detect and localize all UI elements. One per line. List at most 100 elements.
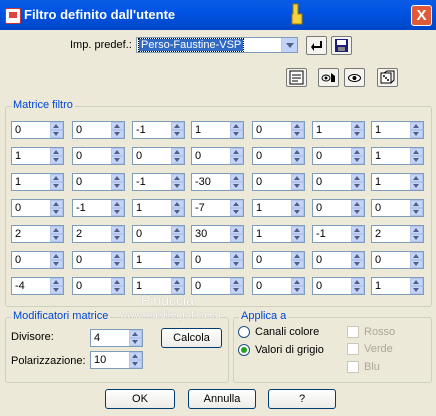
spin-up-icon[interactable] [410, 200, 423, 208]
spin-down-icon[interactable] [230, 130, 243, 138]
divisor-stepper[interactable]: 4 [90, 329, 143, 347]
spin-down-icon[interactable] [351, 234, 364, 242]
matrix-cell-stepper[interactable]: 0 [252, 147, 305, 165]
matrix-cell-stepper[interactable]: 2 [371, 225, 424, 243]
blue-checkbox[interactable] [347, 361, 359, 373]
spin-up-icon[interactable] [111, 122, 124, 130]
matrix-cell-stepper[interactable]: 0 [72, 121, 125, 139]
matrix-cell-stepper[interactable]: 0 [312, 199, 365, 217]
spin-up-icon[interactable] [171, 122, 184, 130]
matrix-cell-stepper[interactable]: 0 [252, 173, 305, 191]
undo-button[interactable] [306, 36, 327, 55]
ok-button[interactable]: OK [105, 389, 175, 409]
spin-down-icon[interactable] [230, 234, 243, 242]
spin-down-icon[interactable] [50, 286, 63, 294]
close-button[interactable]: X [411, 5, 432, 26]
spin-up-icon[interactable] [230, 278, 243, 286]
spin-down-icon[interactable] [230, 156, 243, 164]
matrix-cell-stepper[interactable]: 0 [252, 277, 305, 295]
cancel-button[interactable]: Annulla [188, 389, 256, 409]
spin-down-icon[interactable] [291, 130, 304, 138]
spin-up-icon[interactable] [230, 148, 243, 156]
spin-up-icon[interactable] [171, 148, 184, 156]
matrix-cell-stepper[interactable]: 1 [371, 121, 424, 139]
spin-up-icon[interactable] [171, 200, 184, 208]
matrix-cell-stepper[interactable]: 1 [191, 121, 244, 139]
spin-down-icon[interactable] [410, 234, 423, 242]
title-bar[interactable]: Filtro definito dall'utente X [0, 0, 436, 30]
preview-button[interactable] [344, 68, 365, 87]
matrix-cell-stepper[interactable]: -1 [132, 121, 185, 139]
spin-down-icon[interactable] [351, 130, 364, 138]
matrix-cell-stepper[interactable]: 0 [132, 147, 185, 165]
matrix-cell-stepper[interactable]: 0 [191, 251, 244, 269]
randomize-button[interactable] [377, 68, 398, 87]
spin-down-icon[interactable] [410, 130, 423, 138]
bias-stepper[interactable]: 10 [90, 351, 143, 369]
matrix-cell-stepper[interactable]: 0 [191, 277, 244, 295]
spin-down-icon[interactable] [111, 156, 124, 164]
matrix-cell-stepper[interactable]: 1 [312, 121, 365, 139]
spin-up-icon[interactable] [410, 122, 423, 130]
spin-down-icon[interactable] [171, 182, 184, 190]
color-channels-radio[interactable] [238, 326, 250, 338]
spin-down-icon[interactable] [50, 156, 63, 164]
matrix-cell-stepper[interactable]: 0 [252, 121, 305, 139]
matrix-cell-stepper[interactable]: 30 [191, 225, 244, 243]
spin-down-icon[interactable] [129, 338, 142, 346]
preset-dropdown[interactable]: Perso-Faustine-VSP [136, 37, 298, 53]
spin-up-icon[interactable] [50, 200, 63, 208]
spin-up-icon[interactable] [111, 174, 124, 182]
matrix-cell-stepper[interactable]: 1 [132, 251, 185, 269]
spin-down-icon[interactable] [230, 286, 243, 294]
spin-down-icon[interactable] [410, 260, 423, 268]
spin-up-icon[interactable] [351, 278, 364, 286]
spin-up-icon[interactable] [351, 200, 364, 208]
edit-button[interactable] [286, 68, 307, 87]
matrix-cell-stepper[interactable]: 0 [72, 251, 125, 269]
spin-down-icon[interactable] [50, 260, 63, 268]
save-preset-button[interactable] [331, 36, 352, 55]
spin-up-icon[interactable] [410, 252, 423, 260]
matrix-cell-stepper[interactable]: 0 [191, 147, 244, 165]
spin-up-icon[interactable] [230, 226, 243, 234]
spin-up-icon[interactable] [129, 352, 142, 360]
spin-up-icon[interactable] [410, 148, 423, 156]
spin-up-icon[interactable] [291, 226, 304, 234]
spin-up-icon[interactable] [129, 330, 142, 338]
matrix-cell-stepper[interactable]: 1 [11, 147, 64, 165]
green-checkbox[interactable] [347, 343, 359, 355]
matrix-cell-stepper[interactable]: 0 [72, 147, 125, 165]
spin-down-icon[interactable] [230, 208, 243, 216]
spin-up-icon[interactable] [111, 148, 124, 156]
spin-down-icon[interactable] [171, 234, 184, 242]
spin-down-icon[interactable] [111, 130, 124, 138]
spin-down-icon[interactable] [410, 286, 423, 294]
spin-down-icon[interactable] [351, 156, 364, 164]
spin-up-icon[interactable] [171, 252, 184, 260]
spin-down-icon[interactable] [351, 260, 364, 268]
matrix-cell-stepper[interactable]: -1 [72, 199, 125, 217]
spin-down-icon[interactable] [171, 130, 184, 138]
matrix-cell-stepper[interactable]: -1 [132, 173, 185, 191]
matrix-cell-stepper[interactable]: 0 [312, 277, 365, 295]
help-button[interactable]: ? [268, 389, 336, 409]
view-hand-button[interactable] [318, 68, 339, 87]
matrix-cell-stepper[interactable]: 0 [11, 251, 64, 269]
chevron-down-icon[interactable] [281, 38, 297, 52]
spin-up-icon[interactable] [50, 278, 63, 286]
spin-up-icon[interactable] [291, 148, 304, 156]
spin-down-icon[interactable] [50, 130, 63, 138]
matrix-cell-stepper[interactable]: 1 [11, 173, 64, 191]
spin-down-icon[interactable] [111, 286, 124, 294]
spin-up-icon[interactable] [230, 122, 243, 130]
matrix-cell-stepper[interactable]: -7 [191, 199, 244, 217]
matrix-cell-stepper[interactable]: 0 [312, 173, 365, 191]
spin-up-icon[interactable] [111, 200, 124, 208]
spin-up-icon[interactable] [351, 252, 364, 260]
spin-down-icon[interactable] [230, 260, 243, 268]
spin-down-icon[interactable] [129, 360, 142, 368]
spin-down-icon[interactable] [171, 208, 184, 216]
matrix-cell-stepper[interactable]: 1 [371, 277, 424, 295]
matrix-cell-stepper[interactable]: 0 [132, 225, 185, 243]
